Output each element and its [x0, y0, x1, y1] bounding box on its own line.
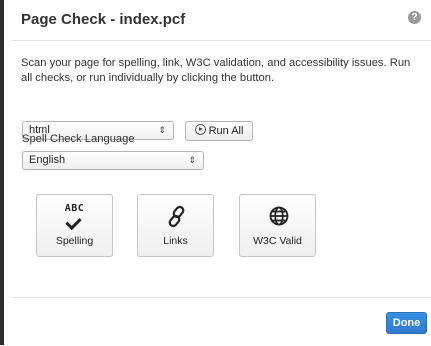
select-arrows-icon: ⇕	[158, 125, 166, 135]
background-window-edge	[0, 0, 4, 345]
dialog-header: Page Check - index.pcf ?	[11, 0, 431, 41]
w3c-valid-button[interactable]: W3C Valid	[239, 194, 316, 257]
play-circle-icon	[194, 124, 206, 135]
done-button[interactable]: Done	[386, 312, 427, 334]
dialog-title: Page Check - index.pcf	[21, 11, 186, 28]
spell-check-language-label: Spell Check Language	[22, 133, 135, 145]
globe-icon	[269, 206, 289, 226]
spelling-button[interactable]: ABC Spelling	[36, 194, 113, 257]
chain-link-icon	[168, 205, 185, 228]
checkmark-icon	[65, 213, 82, 231]
w3c-valid-label: W3C Valid	[253, 235, 302, 247]
page-check-dialog: Page Check - index.pcf ? Scan your page …	[11, 0, 431, 345]
spelling-label: Spelling	[55, 235, 94, 247]
links-button[interactable]: Links	[137, 194, 214, 257]
links-label: Links	[163, 235, 188, 247]
dialog-footer: Done	[11, 297, 431, 346]
run-all-button[interactable]: Run All	[185, 121, 253, 141]
language-select[interactable]: English ⇕	[22, 151, 204, 170]
language-select-value: English	[29, 154, 66, 166]
help-icon[interactable]: ?	[408, 11, 421, 24]
select-arrows-icon: ⇕	[188, 155, 196, 165]
abc-check-icon: ABC	[64, 203, 85, 214]
run-all-label: Run All	[208, 125, 244, 137]
dialog-description: Scan your page for spelling, link, W3C v…	[21, 57, 411, 84]
